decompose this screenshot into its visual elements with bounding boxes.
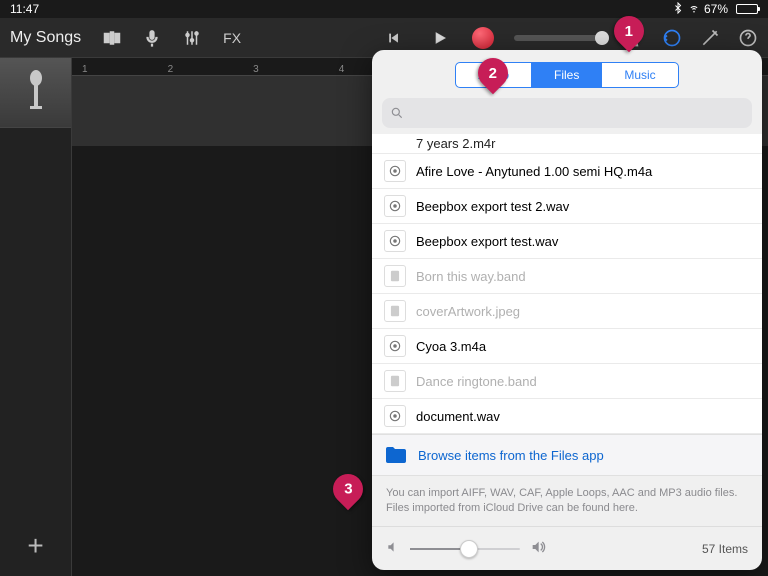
segment-files[interactable]: Files bbox=[531, 63, 601, 87]
file-name: document.wav bbox=[416, 409, 500, 424]
file-thumb-icon bbox=[384, 265, 406, 287]
rewind-button[interactable] bbox=[378, 27, 408, 49]
settings-button[interactable] bbox=[700, 28, 720, 48]
file-thumb-icon bbox=[384, 160, 406, 182]
help-text: You can import AIFF, WAV, CAF, Apple Loo… bbox=[372, 476, 762, 526]
file-name: 7 years 2.m4r bbox=[416, 136, 495, 151]
file-thumb-icon bbox=[384, 405, 406, 427]
file-thumb-icon bbox=[384, 300, 406, 322]
bluetooth-icon bbox=[672, 2, 684, 17]
file-row[interactable]: document.wav bbox=[372, 399, 762, 434]
status-bar: 11:47 67% bbox=[0, 0, 768, 18]
battery-icon bbox=[732, 4, 758, 14]
transport-controls bbox=[378, 26, 494, 50]
file-row[interactable]: Afire Love - Anytuned 1.00 semi HQ.m4a bbox=[372, 154, 762, 189]
search-input[interactable] bbox=[382, 98, 752, 128]
file-thumb-icon bbox=[384, 230, 406, 252]
file-list[interactable]: 7 years 2.m4r Afire Love - Anytuned 1.00 … bbox=[372, 134, 762, 434]
item-count: 57 Items bbox=[702, 542, 748, 556]
loop-browser-popover: Audio Files Music 7 years 2.m4rAfire Lov… bbox=[372, 50, 762, 570]
file-row[interactable]: 7 years 2.m4r bbox=[372, 134, 762, 154]
preview-volume-slider[interactable] bbox=[410, 548, 520, 550]
file-name: Born this way.band bbox=[416, 269, 526, 284]
tracks-view-button[interactable] bbox=[97, 25, 127, 51]
file-name: Beepbox export test.wav bbox=[416, 234, 558, 249]
file-name: Beepbox export test 2.wav bbox=[416, 199, 569, 214]
app-title-button[interactable]: My Songs bbox=[10, 29, 81, 47]
track-1[interactable] bbox=[0, 58, 71, 128]
mixer-button[interactable] bbox=[177, 25, 207, 51]
file-row[interactable]: Beepbox export test.wav bbox=[372, 224, 762, 259]
help-button[interactable] bbox=[738, 28, 758, 48]
file-thumb-icon bbox=[384, 370, 406, 392]
wifi-icon bbox=[688, 2, 700, 17]
volume-high-icon bbox=[530, 539, 546, 558]
file-thumb-icon bbox=[384, 195, 406, 217]
ruler-mark: 2 bbox=[168, 64, 174, 75]
browse-label: Browse items from the Files app bbox=[418, 448, 604, 463]
battery-text: 67% bbox=[704, 2, 728, 16]
tracks-sidebar: + bbox=[0, 58, 72, 576]
file-name: Dance ringtone.band bbox=[416, 374, 537, 389]
loop-browser-button[interactable] bbox=[662, 28, 682, 48]
popover-bottom-bar: 57 Items bbox=[372, 526, 762, 570]
ruler-mark: 4 bbox=[339, 64, 345, 75]
volume-low-icon bbox=[386, 540, 400, 557]
add-track-button[interactable]: + bbox=[0, 516, 71, 576]
file-row[interactable]: Born this way.band bbox=[372, 259, 762, 294]
play-button[interactable] bbox=[426, 26, 454, 50]
mic-icon-button[interactable] bbox=[137, 25, 167, 51]
folder-icon bbox=[384, 445, 408, 465]
track-mic-icon bbox=[24, 70, 48, 115]
file-name: Cyoa 3.m4a bbox=[416, 339, 486, 354]
file-row[interactable]: Beepbox export test 2.wav bbox=[372, 189, 762, 224]
file-row[interactable]: coverArtwork.jpeg bbox=[372, 294, 762, 329]
file-row[interactable]: Dance ringtone.band bbox=[372, 364, 762, 399]
status-time: 11:47 bbox=[10, 2, 672, 16]
file-thumb-icon bbox=[384, 335, 406, 357]
segment-music[interactable]: Music bbox=[601, 63, 677, 87]
file-name: coverArtwork.jpeg bbox=[416, 304, 520, 319]
fx-button[interactable]: FX bbox=[217, 26, 247, 50]
scrubber[interactable] bbox=[514, 35, 604, 41]
ruler-mark: 3 bbox=[253, 64, 259, 75]
browse-files-app-button[interactable]: Browse items from the Files app bbox=[372, 434, 762, 476]
file-name: Afire Love - Anytuned 1.00 semi HQ.m4a bbox=[416, 164, 652, 179]
record-button[interactable] bbox=[472, 27, 494, 49]
file-row[interactable]: Cyoa 3.m4a bbox=[372, 329, 762, 364]
ruler-mark: 1 bbox=[82, 64, 88, 75]
search-icon bbox=[390, 106, 404, 120]
